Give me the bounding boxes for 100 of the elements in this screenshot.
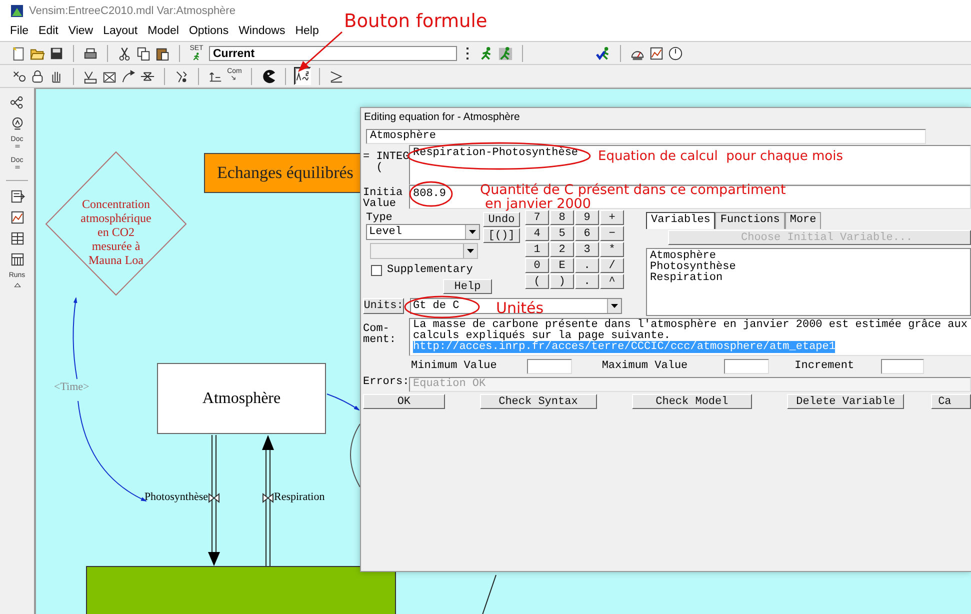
clock-button[interactable] — [667, 44, 684, 62]
list-item[interactable]: Photosynthèse — [650, 262, 967, 273]
tab[interactable]: Functions — [715, 212, 785, 229]
keypad-key[interactable]: 8 — [550, 210, 574, 225]
stock-box: Atmosphère — [157, 363, 326, 434]
list-item[interactable]: Atmosphère — [650, 251, 967, 262]
grip-icon — [466, 46, 469, 60]
clipboard-icon — [155, 46, 170, 60]
annotation-text: Equation de calcul pour chaque mois — [598, 149, 843, 164]
units-button[interactable]: Units: — [363, 298, 404, 314]
window-title: Vensim:EntreeC2010.mdl Var:Atmosphère — [29, 4, 236, 16]
field-label: Minimum Value — [411, 360, 497, 372]
dialog-button[interactable]: Check Syntax — [480, 394, 597, 409]
dialog-button[interactable]: Delete Variable — [787, 394, 904, 409]
selector-icon — [11, 68, 26, 84]
menu-item[interactable]: View — [68, 25, 100, 37]
dialog-button[interactable]: Check Model — [632, 394, 752, 409]
dialog-button[interactable]: Ca — [931, 394, 971, 409]
menu-item[interactable]: Edit — [38, 25, 64, 37]
clock-icon — [668, 46, 683, 60]
tab[interactable]: Variables — [646, 212, 716, 229]
keypad-key[interactable]: . — [575, 258, 599, 273]
menu-item[interactable]: Model — [148, 25, 185, 37]
formula-icon — [295, 68, 310, 84]
keypad-key[interactable]: 6 — [575, 226, 599, 241]
comment-field[interactable]: La masse de carbone présente dans l'atmosphère en janvier 2000 est estimée grâce aux calculs expliqués sur la page suivante. http://acces.inrp.fr/acces/terre/CCCIC/ccc/atmosphere/atm_etape1 — [409, 318, 971, 356]
tree-icon — [10, 94, 24, 110]
dialog-title: Editing equation for - Atmosphère — [363, 110, 521, 125]
chart-window-icon — [649, 46, 664, 60]
keypad-key[interactable]: + — [600, 210, 624, 225]
keypad-key[interactable]: ) — [550, 274, 574, 289]
keypad-key[interactable]: 4 — [525, 226, 549, 241]
formula-button[interactable] — [294, 67, 311, 85]
minimum-field[interactable] — [526, 358, 572, 374]
keypad-key[interactable]: − — [600, 226, 624, 241]
curved-arrow-icon — [121, 68, 136, 84]
flow-label: Photosynthèse — [143, 491, 208, 503]
keypad-key[interactable]: / — [600, 258, 624, 273]
keypad-key[interactable]: 0 — [525, 258, 549, 273]
variable-icon — [83, 68, 98, 84]
delete-button[interactable] — [260, 67, 277, 85]
diamond-label: Concentration atmosphérique en CO2 mesurée à Mauna Loa — [80, 197, 152, 267]
menu-item[interactable]: Windows — [238, 25, 292, 37]
run-name-field[interactable]: Current — [209, 46, 457, 60]
keypad-key[interactable]: ( — [525, 274, 549, 289]
lock-icon — [30, 68, 45, 84]
keypad-key[interactable]: ^ — [600, 274, 624, 289]
menu-item[interactable]: File — [10, 25, 35, 37]
tab[interactable]: More — [784, 212, 822, 229]
reference-mode-icon — [329, 68, 344, 84]
menu-item[interactable]: Layout — [103, 25, 144, 37]
increment-field[interactable] — [881, 358, 924, 374]
brackets-button[interactable]: [()] — [483, 228, 520, 243]
variable-name-field[interactable]: Atmosphère — [366, 129, 926, 144]
dialog-button[interactable]: OK — [363, 394, 445, 409]
field-label: Com- ment: — [362, 322, 398, 348]
keypad-key[interactable]: 1 — [525, 242, 549, 257]
errors-field: Equation OK — [409, 377, 971, 392]
app-icon — [10, 4, 24, 18]
keypad-key[interactable]: . — [575, 274, 599, 289]
runner-button[interactable] — [497, 44, 514, 62]
list-item[interactable]: Respiration — [650, 273, 967, 284]
field-label: Errors: — [362, 377, 409, 390]
connector-line — [482, 574, 496, 614]
arc-line — [350, 424, 360, 488]
link-arrow — [326, 394, 360, 411]
checkbox[interactable] — [371, 264, 382, 276]
keypad-key[interactable]: 2 — [550, 242, 574, 257]
keypad-key[interactable]: 9 — [575, 210, 599, 225]
maximum-field[interactable] — [724, 358, 769, 374]
flow-label: Respiration — [274, 491, 325, 503]
menu-item[interactable]: Help — [295, 25, 325, 37]
curved-arrow-button[interactable] — [120, 67, 137, 85]
highlight-ellipse — [409, 181, 453, 207]
keypad-key[interactable]: 3 — [575, 242, 599, 257]
field-label: Type — [366, 212, 394, 224]
causes-strip-icon — [10, 188, 24, 204]
copy-icon — [136, 46, 151, 60]
delete-icon — [261, 68, 276, 84]
keypad-key[interactable]: E — [550, 258, 574, 273]
checkbox-label: Supplementary — [387, 264, 473, 276]
scissors-icon — [117, 46, 132, 60]
new-file-icon — [11, 46, 26, 60]
type-dropdown[interactable]: Level — [366, 224, 480, 240]
time-table-icon — [10, 252, 24, 266]
keypad-key[interactable]: 5 — [550, 226, 574, 241]
save-icon — [49, 46, 64, 60]
table-icon — [10, 230, 24, 246]
annotation-text: Unités — [496, 299, 544, 317]
printer-icon — [83, 46, 98, 60]
runner-icon — [498, 46, 513, 60]
annotation-text: en janvier 2000 — [485, 196, 591, 212]
menu-item[interactable]: Options — [188, 25, 235, 37]
help-button[interactable]: Help — [443, 279, 492, 294]
time-label: <Time> — [54, 381, 90, 393]
annotation-text: Bouton formule — [344, 11, 488, 32]
valve-icon — [262, 492, 274, 504]
keypad-key[interactable]: 7 — [525, 210, 549, 225]
keypad-key[interactable]: * — [600, 242, 624, 257]
undo-button[interactable]: Undo — [483, 212, 520, 227]
